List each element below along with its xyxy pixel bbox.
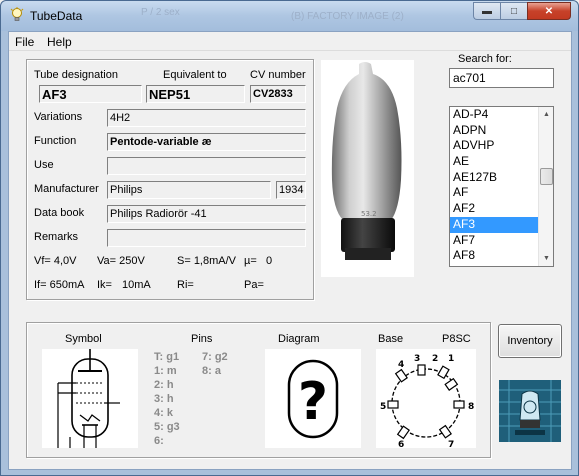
scroll-up-icon[interactable]: ▲: [539, 107, 553, 122]
diagram-image: ?: [265, 349, 361, 448]
symbol-image: [42, 349, 138, 448]
scroll-thumb[interactable]: [540, 168, 553, 185]
window-controls: ▬ □ ✕: [473, 2, 571, 20]
tube-list[interactable]: AD-P4 ADPN ADVHP AE AE127B AF AF2 AF3 AF7 AF8 ▲ ▼: [449, 106, 554, 267]
databook-field[interactable]: Philips Radiorör -41: [107, 205, 306, 223]
search-input[interactable]: ac701: [449, 68, 554, 88]
list-scrollbar[interactable]: ▲ ▼: [538, 107, 553, 266]
pins-left-column: T: g1 1: m 2: h 3: h 4: k 5: g3 6:: [154, 350, 180, 448]
ik-value: 10mA: [122, 279, 151, 291]
base-pinout-icon: 1 2 3 4 5 6 7 8: [380, 354, 474, 450]
tube-designation-field[interactable]: AF3: [39, 85, 142, 103]
manufacturer-field[interactable]: Philips: [107, 181, 271, 199]
pins-right-column: 7: g2 8: a: [202, 350, 228, 378]
tube-image: 53.2: [321, 60, 414, 277]
pin-line: 2: h: [154, 379, 174, 391]
search-label: Search for:: [458, 53, 512, 65]
window-title: TubeData: [30, 9, 83, 23]
if-value: If= 650mA: [34, 279, 85, 291]
s-value: S= 1,8mA/V: [177, 255, 237, 267]
base-pin-label: 2: [432, 354, 438, 364]
base-pin-label: 7: [448, 440, 454, 448]
background-window-text: P / 2 sex: [141, 7, 180, 18]
menu-bar: File Help: [9, 32, 571, 51]
minimize-button[interactable]: ▬: [473, 2, 500, 20]
pentode-symbol-icon: [57, 349, 120, 448]
tube-photo: 53.2: [321, 60, 414, 277]
pin-line: T: g1: [154, 351, 180, 363]
pin-line: 3: h: [154, 393, 174, 405]
app-logo: [499, 380, 561, 442]
use-label: Use: [34, 159, 54, 171]
minimize-icon: ▬: [482, 5, 492, 17]
unknown-diagram-icon: ?: [287, 359, 339, 439]
base-pin-label: 1: [448, 354, 454, 364]
ri-value: Ri=: [177, 279, 194, 291]
background-window-text-2: (B) FACTORY IMAGE (2): [291, 11, 404, 22]
pin-line: 7: g2: [202, 351, 228, 363]
year-field[interactable]: 1934: [276, 181, 306, 199]
base-pin-label: 5: [380, 402, 386, 412]
pin-line: 5: g3: [154, 421, 180, 433]
variations-field[interactable]: 4H2: [107, 109, 306, 127]
pin-line: 4: k: [154, 407, 173, 419]
tube-details-group: Tube designation Equivalent to CV number…: [26, 59, 314, 300]
pin-line: 8: a: [202, 365, 221, 377]
use-field[interactable]: [107, 157, 306, 175]
client-area: File Help Tube designation Equivalent to…: [8, 31, 572, 470]
pin-line: 6:: [154, 435, 164, 447]
pin-line: 1: m: [154, 365, 177, 377]
diagram-mark: ?: [298, 372, 328, 432]
pins-label: Pins: [191, 333, 213, 345]
remarks-field[interactable]: [107, 229, 306, 247]
base-type: P8SC: [442, 333, 471, 345]
base-pin-label: 4: [398, 360, 404, 370]
close-button[interactable]: ✕: [527, 2, 571, 20]
variations-label: Variations: [34, 111, 83, 123]
inventory-button[interactable]: Inventory: [498, 324, 562, 358]
manufacturer-label: Manufacturer: [34, 183, 99, 195]
scroll-down-icon[interactable]: ▼: [539, 251, 553, 266]
tube-drawings-group: Symbol Pins Diagram Base P8SC T: g1 1: m…: [26, 322, 491, 458]
function-field[interactable]: Pentode-variable æ: [107, 133, 306, 151]
base-pin-label: 6: [398, 440, 404, 448]
menu-help[interactable]: Help: [47, 35, 72, 49]
equivalent-label: Equivalent to: [163, 69, 227, 81]
title-bar[interactable]: TubeData P / 2 sex (B) FACTORY IMAGE (2)…: [1, 1, 578, 31]
mu-value: 0: [266, 255, 273, 267]
mu-label: µ=: [244, 255, 257, 267]
tube-designation-label: Tube designation: [34, 69, 118, 81]
databook-label: Data book: [34, 207, 85, 219]
maximize-icon: □: [510, 5, 518, 17]
function-label: Function: [34, 135, 77, 147]
maximize-button[interactable]: □: [500, 2, 527, 20]
base-pin-label: 3: [414, 354, 420, 364]
app-window: TubeData P / 2 sex (B) FACTORY IMAGE (2)…: [0, 0, 579, 476]
vf-value: Vf= 4,0V: [34, 255, 77, 267]
base-pin-label: 8: [468, 402, 474, 412]
svg-text:53.2: 53.2: [361, 210, 377, 218]
base-image: 1 2 3 4 5 6 7 8: [376, 349, 476, 450]
lightbulb-icon: [10, 7, 24, 21]
base-label: Base: [378, 333, 404, 345]
ik-label: Ik=: [97, 279, 112, 291]
equivalent-field[interactable]: NEP51: [146, 85, 245, 103]
symbol-label: Symbol: [65, 333, 102, 345]
remarks-label: Remarks: [34, 231, 79, 243]
cv-number-field[interactable]: CV2833: [250, 85, 306, 103]
close-icon: ✕: [544, 5, 554, 17]
va-value: Va= 250V: [97, 255, 145, 267]
cv-number-label: CV number: [250, 69, 306, 81]
tube-logo-icon: [499, 380, 561, 442]
menu-file[interactable]: File: [15, 35, 34, 49]
pa-value: Pa=: [244, 279, 264, 291]
diagram-label: Diagram: [278, 333, 320, 345]
